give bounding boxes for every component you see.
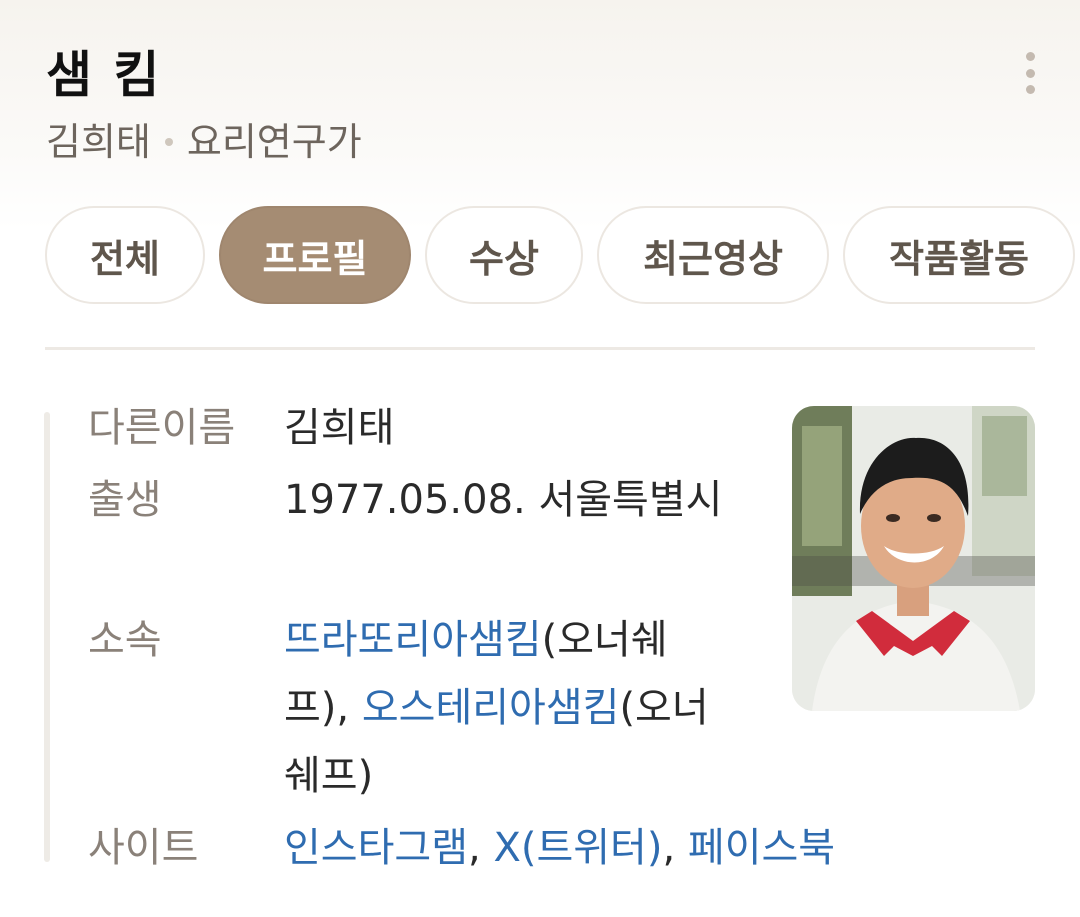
person-occupation: 요리연구가 xyxy=(186,120,362,164)
site-separator: , xyxy=(468,825,494,871)
person-alias: 김희태 xyxy=(46,120,151,164)
more-options-button[interactable] xyxy=(1018,52,1042,94)
tab-bar: 전체 프로필 수상 최근영상 작품활동 xyxy=(45,206,1075,304)
more-vertical-icon-dot xyxy=(1025,85,1035,94)
divider xyxy=(45,347,1035,350)
info-value: 김희태 xyxy=(284,405,395,451)
site-link-instagram[interactable]: 인스타그램 xyxy=(284,825,468,871)
tab-awards[interactable]: 수상 xyxy=(425,206,583,304)
person-subtitle: 김희태 요리연구가 xyxy=(46,114,1080,170)
info-label: 출생 xyxy=(88,477,162,523)
tab-all[interactable]: 전체 xyxy=(45,206,205,304)
header: 샘 킴 김희태 요리연구가 xyxy=(46,40,1080,170)
more-vertical-icon-dot xyxy=(1025,68,1035,78)
tab-profile[interactable]: 프로필 xyxy=(219,206,411,304)
info-label: 사이트 xyxy=(88,825,199,871)
info-value: 인스타그램, X(트위터), 페이스북 xyxy=(284,814,924,882)
more-vertical-icon xyxy=(1025,52,1035,61)
affiliation-link-trattoria[interactable]: 뜨라또리아샘킴 xyxy=(284,617,542,663)
info-side-bar xyxy=(44,412,50,862)
tab-recent-videos[interactable]: 최근영상 xyxy=(597,206,829,304)
site-separator: , xyxy=(662,825,688,871)
site-link-facebook[interactable]: 페이스북 xyxy=(688,825,835,871)
info-label: 소속 xyxy=(88,617,162,663)
affiliation-link-osteria[interactable]: 오스테리아샘킴 xyxy=(362,685,620,731)
profile-photo-image xyxy=(792,406,1035,711)
separator-dot xyxy=(164,138,173,146)
info-value: 1977.05.08. 서울특별시 xyxy=(284,477,723,523)
info-label: 다른이름 xyxy=(88,405,236,451)
tab-works[interactable]: 작품활동 xyxy=(843,206,1075,304)
info-value: 뜨라또리아샘킴(오너쉐프), 오스테리아샘킴(오너쉐프) xyxy=(284,606,724,810)
profile-photo[interactable] xyxy=(792,406,1035,711)
site-link-x-twitter[interactable]: X(트위터) xyxy=(493,825,662,871)
person-name: 샘 킴 xyxy=(46,46,162,104)
